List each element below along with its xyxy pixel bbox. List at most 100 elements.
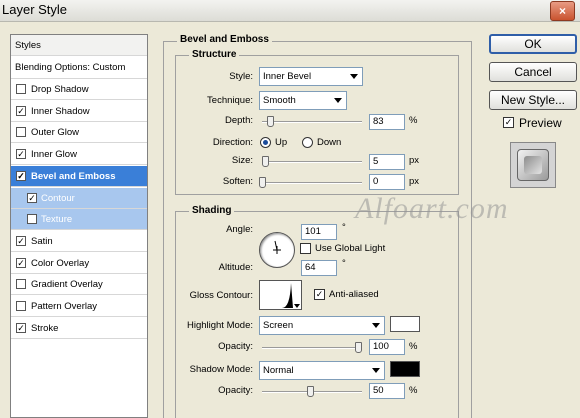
chevron-down-icon xyxy=(350,74,358,79)
depth-unit: % xyxy=(409,115,418,126)
shadow-opacity-label: Opacity: xyxy=(218,385,253,396)
chevron-down-icon xyxy=(334,98,342,103)
soften-slider-thumb[interactable] xyxy=(259,177,266,188)
use-global-light-label: Use Global Light xyxy=(315,243,386,254)
angle-needle-icon xyxy=(273,240,281,254)
highlight-color-swatch[interactable] xyxy=(390,316,420,332)
highlight-opacity-thumb[interactable] xyxy=(355,342,362,353)
blending-options-item[interactable]: Blending Options: Custom xyxy=(11,57,147,79)
technique-value: Smooth xyxy=(263,95,296,106)
size-slider-track[interactable] xyxy=(262,161,362,163)
style-item-checkbox[interactable]: ✓ xyxy=(27,192,37,203)
new-style-button[interactable]: New Style... xyxy=(489,90,577,110)
soften-unit: px xyxy=(409,176,420,187)
style-label: Style: xyxy=(229,71,253,82)
altitude-label: Altitude: xyxy=(218,262,253,273)
close-button[interactable]: × xyxy=(550,1,575,21)
style-item-checkbox[interactable] xyxy=(16,127,26,138)
shadow-opacity-thumb[interactable] xyxy=(307,386,314,397)
altitude-input[interactable]: 64 xyxy=(301,260,337,276)
highlight-mode-select[interactable]: Screen xyxy=(259,316,385,335)
style-value: Inner Bevel xyxy=(263,71,312,82)
bevel-emboss-title: Bevel and Emboss xyxy=(177,34,272,45)
altitude-unit: ° xyxy=(342,258,346,269)
preview-swatch-icon xyxy=(517,149,549,181)
gloss-contour-swatch[interactable] xyxy=(259,280,302,310)
highlight-opacity-label: Opacity: xyxy=(218,341,253,352)
highlight-opacity-input[interactable]: 100 xyxy=(369,339,405,355)
style-item-label: Color Overlay xyxy=(31,257,90,269)
style-item-outer-glow[interactable]: Outer Glow xyxy=(11,122,147,144)
direction-down-label: Down xyxy=(317,137,342,148)
shadow-opacity-unit: % xyxy=(409,385,418,396)
shading-title: Shading xyxy=(189,205,235,216)
size-unit: px xyxy=(409,155,420,166)
style-item-label: Inner Shadow xyxy=(31,105,90,117)
style-item-inner-shadow[interactable]: ✓ Inner Shadow xyxy=(11,101,147,122)
gloss-contour-label: Gloss Contour: xyxy=(189,290,253,301)
highlight-opacity-track[interactable] xyxy=(262,347,362,349)
style-item-drop-shadow[interactable]: Drop Shadow xyxy=(11,79,147,100)
depth-slider-track[interactable] xyxy=(262,121,362,123)
style-item-label: Satin xyxy=(31,235,53,247)
style-item-checkbox[interactable]: ✓ xyxy=(16,170,26,181)
size-label: Size: xyxy=(231,155,253,166)
cancel-button[interactable]: Cancel xyxy=(489,62,577,82)
use-global-light-checkbox[interactable] xyxy=(300,243,311,254)
style-item-label: Gradient Overlay xyxy=(31,279,103,291)
soften-input[interactable]: 0 xyxy=(369,174,405,190)
style-item-stroke[interactable]: ✓ Stroke xyxy=(11,318,147,339)
styles-header[interactable]: Styles xyxy=(11,35,147,56)
style-item-checkbox[interactable]: ✓ xyxy=(16,235,26,246)
style-item-label: Texture xyxy=(41,214,73,226)
chevron-down-icon xyxy=(294,304,300,308)
style-item-checkbox[interactable] xyxy=(16,301,26,311)
style-item-checkbox[interactable] xyxy=(27,214,37,225)
direction-down-radio[interactable] xyxy=(302,137,313,148)
style-item-checkbox[interactable]: ✓ xyxy=(16,322,26,333)
title-bar: Layer Style × xyxy=(0,0,580,22)
style-item-bevel-and-emboss[interactable]: ✓ Bevel and Emboss xyxy=(11,165,147,187)
depth-input[interactable]: 83 xyxy=(369,114,405,130)
style-select[interactable]: Inner Bevel xyxy=(259,67,363,86)
technique-select[interactable]: Smooth xyxy=(259,91,347,110)
preview-thumbnail xyxy=(510,142,556,188)
style-item-gradient-overlay[interactable]: Gradient Overlay xyxy=(11,274,147,296)
size-input[interactable]: 5 xyxy=(369,154,405,170)
soften-slider-track[interactable] xyxy=(262,182,362,184)
direction-label: Direction: xyxy=(212,137,253,148)
highlight-opacity-unit: % xyxy=(409,341,418,352)
angle-unit: ° xyxy=(342,222,346,233)
style-item-pattern-overlay[interactable]: Pattern Overlay xyxy=(11,296,147,317)
style-item-checkbox[interactable] xyxy=(16,279,26,290)
style-item-checkbox[interactable]: ✓ xyxy=(16,149,26,160)
ok-button[interactable]: OK xyxy=(489,34,577,54)
direction-up-label: Up xyxy=(275,137,288,148)
shadow-opacity-input[interactable]: 50 xyxy=(369,383,405,399)
anti-aliased-checkbox[interactable]: ✓ xyxy=(314,289,325,300)
shadow-mode-select[interactable]: Normal xyxy=(259,361,385,380)
chevron-down-icon xyxy=(372,323,380,328)
style-item-contour[interactable]: ✓ Contour xyxy=(11,187,147,209)
direction-up-radio[interactable] xyxy=(260,137,271,148)
style-item-checkbox[interactable] xyxy=(16,84,26,94)
preview-label: Preview xyxy=(519,116,562,130)
size-slider-thumb[interactable] xyxy=(261,156,269,167)
style-item-color-overlay[interactable]: ✓ Color Overlay xyxy=(11,253,147,274)
style-item-satin[interactable]: ✓ Satin xyxy=(11,231,147,252)
angle-input[interactable]: 101 xyxy=(301,224,337,240)
style-item-label: Outer Glow xyxy=(31,127,80,139)
preview-checkbox[interactable]: ✓ xyxy=(503,117,514,128)
style-item-label: Pattern Overlay xyxy=(31,301,97,312)
depth-slider-thumb[interactable] xyxy=(266,116,274,127)
style-item-checkbox[interactable]: ✓ xyxy=(16,257,26,268)
technique-label: Technique: xyxy=(207,95,253,106)
styles-list: Styles Blending Options: Custom Drop Sha… xyxy=(10,34,148,418)
style-item-label: Contour xyxy=(41,192,75,204)
style-item-texture[interactable]: Texture xyxy=(11,209,147,231)
angle-dial[interactable] xyxy=(259,232,295,268)
style-item-label: Inner Glow xyxy=(31,149,77,161)
shadow-color-swatch[interactable] xyxy=(390,361,420,377)
style-item-checkbox[interactable]: ✓ xyxy=(16,105,26,116)
style-item-inner-glow[interactable]: ✓ Inner Glow xyxy=(11,144,147,166)
